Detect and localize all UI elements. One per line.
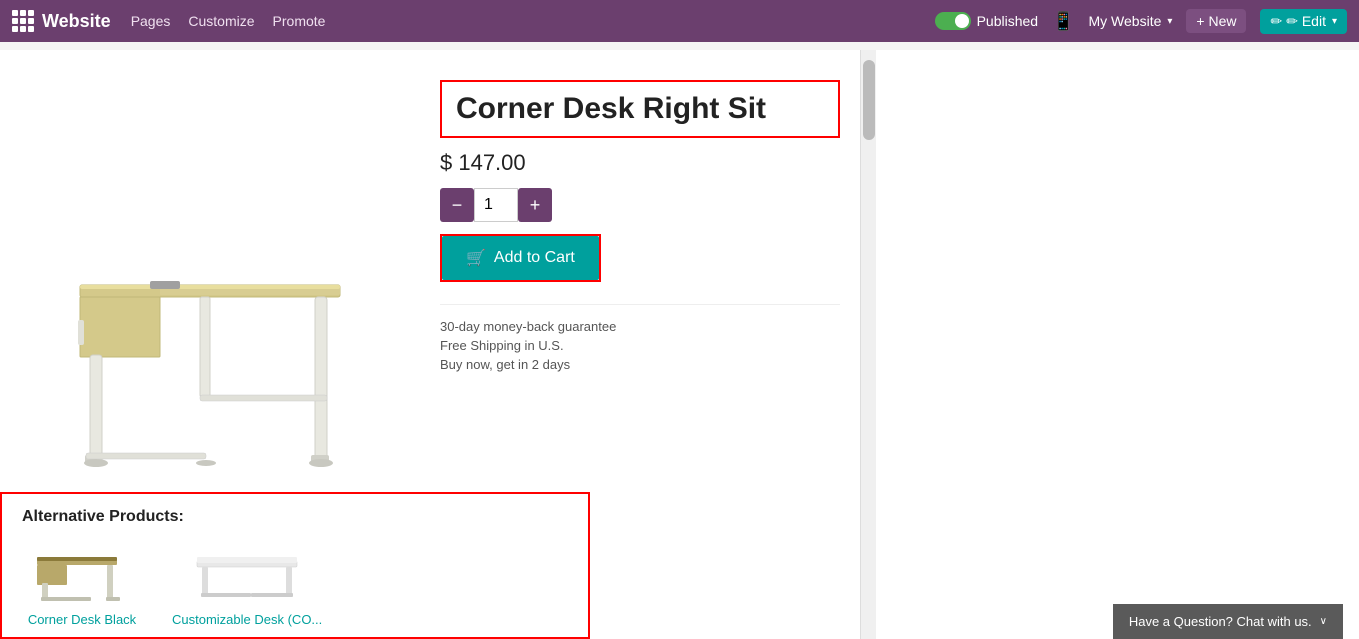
alt-product-2-image <box>187 536 307 606</box>
guarantee-item-2: Free Shipping in U.S. <box>440 338 840 353</box>
pencil-icon: ✏ <box>1270 13 1282 30</box>
new-button[interactable]: + New <box>1186 9 1246 33</box>
alternative-products-section: Alternative Products: <box>0 492 590 639</box>
alt-product-1-image <box>22 536 142 606</box>
add-to-cart-label: Add to Cart <box>494 249 575 267</box>
grid-icon <box>12 10 34 32</box>
customize-link[interactable]: Customize <box>188 13 254 29</box>
alt-product-2-name: Customizable Desk (CO... <box>172 612 322 627</box>
published-toggle[interactable]: Published <box>935 12 1039 30</box>
guarantees: 30-day money-back guarantee Free Shippin… <box>440 304 840 376</box>
my-website-button[interactable]: My Website ▾ <box>1089 13 1173 29</box>
brand-logo[interactable]: Website <box>12 10 111 32</box>
product-title: Corner Desk Right Sit <box>456 92 824 126</box>
chat-widget[interactable]: Have a Question? Chat with us. ∨ <box>1113 604 1343 639</box>
customizable-desk-img <box>192 539 302 604</box>
nav-right: Published 📱 My Website ▾ + New ✏ ✏ Edit … <box>935 9 1347 34</box>
quantity-input[interactable] <box>474 188 518 222</box>
edit-label: ✏ Edit <box>1286 13 1326 30</box>
quantity-decrease-button[interactable]: − <box>440 188 474 222</box>
my-website-label: My Website <box>1089 13 1162 29</box>
new-label: + New <box>1196 13 1236 29</box>
scrollbar-thumb[interactable] <box>863 60 875 140</box>
scrollbar[interactable] <box>860 50 876 639</box>
guarantee-item-1: 30-day money-back guarantee <box>440 319 840 334</box>
chevron-down-icon-edit: ▾ <box>1332 16 1337 27</box>
nav-links: Pages Customize Promote <box>131 13 326 29</box>
quantity-increase-button[interactable]: + <box>518 188 552 222</box>
chevron-down-icon: ▾ <box>1167 16 1172 27</box>
content-wrapper: Corner Desk Right Sit $ 147.00 − + 🛒 Add… <box>0 50 1359 639</box>
quantity-row: − + <box>440 188 840 222</box>
pages-link[interactable]: Pages <box>131 13 171 29</box>
alt-product-2[interactable]: Customizable Desk (CO... <box>172 536 322 627</box>
product-price: $ 147.00 <box>440 150 840 176</box>
mobile-icon[interactable]: 📱 <box>1052 11 1074 32</box>
alternative-products-title: Alternative Products: <box>22 508 568 526</box>
corner-desk-black-img <box>27 539 137 604</box>
promote-link[interactable]: Promote <box>273 13 326 29</box>
published-label: Published <box>977 13 1039 29</box>
chevron-down-icon-chat: ∨ <box>1320 616 1327 627</box>
edit-button[interactable]: ✏ ✏ Edit ▾ <box>1260 9 1347 34</box>
shopping-cart-icon: 🛒 <box>466 248 486 268</box>
chat-label: Have a Question? Chat with us. <box>1129 614 1312 629</box>
top-gray-bar <box>0 42 1359 50</box>
add-to-cart-box: 🛒 Add to Cart <box>440 234 601 282</box>
toggle-switch[interactable] <box>935 12 971 30</box>
alternative-products-list: Corner Desk Black Customizab <box>22 536 568 627</box>
guarantee-item-3: Buy now, get in 2 days <box>440 357 840 372</box>
add-to-cart-button[interactable]: 🛒 Add to Cart <box>442 236 599 280</box>
brand-name: Website <box>42 11 111 32</box>
product-image <box>20 185 400 505</box>
product-title-box: Corner Desk Right Sit <box>440 80 840 138</box>
alt-product-1-name: Corner Desk Black <box>28 612 136 627</box>
navbar: Website Pages Customize Promote Publishe… <box>0 0 1359 42</box>
alt-product-1[interactable]: Corner Desk Black <box>22 536 142 627</box>
